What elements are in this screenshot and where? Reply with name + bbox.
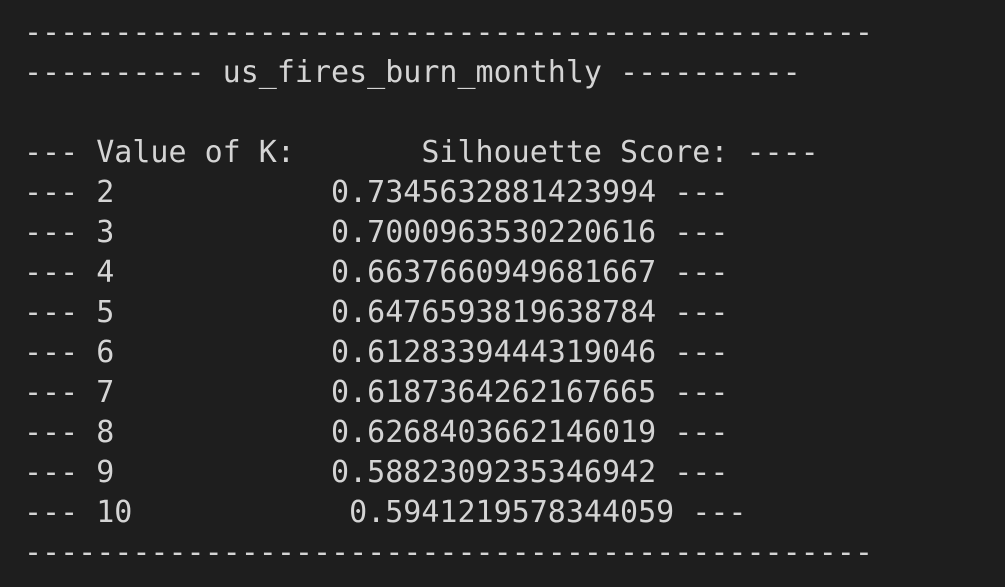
result-row: --- 2 0.7345632881423994 --- xyxy=(24,175,729,210)
result-row: --- 5 0.6476593819638784 --- xyxy=(24,295,729,330)
title-line: ---------- us_fires_burn_monthly -------… xyxy=(24,55,801,90)
terminal-output: ----------------------------------------… xyxy=(0,0,1005,587)
result-row: --- 7 0.6187364262167665 --- xyxy=(24,375,729,410)
result-row: --- 8 0.6268403662146019 --- xyxy=(24,415,729,450)
top-border-line: ----------------------------------------… xyxy=(24,15,873,50)
result-row: --- 6 0.6128339444319046 --- xyxy=(24,335,729,370)
result-row: --- 9 0.5882309235346942 --- xyxy=(24,455,729,490)
result-row: --- 4 0.6637660949681667 --- xyxy=(24,255,729,290)
result-row: --- 10 0.5941219578344059 --- xyxy=(24,495,747,530)
header-line: --- Value of K: Silhouette Score: ---- xyxy=(24,135,819,170)
bottom-border-line: ----------------------------------------… xyxy=(24,535,873,570)
result-row: --- 3 0.7000963530220616 --- xyxy=(24,215,729,250)
